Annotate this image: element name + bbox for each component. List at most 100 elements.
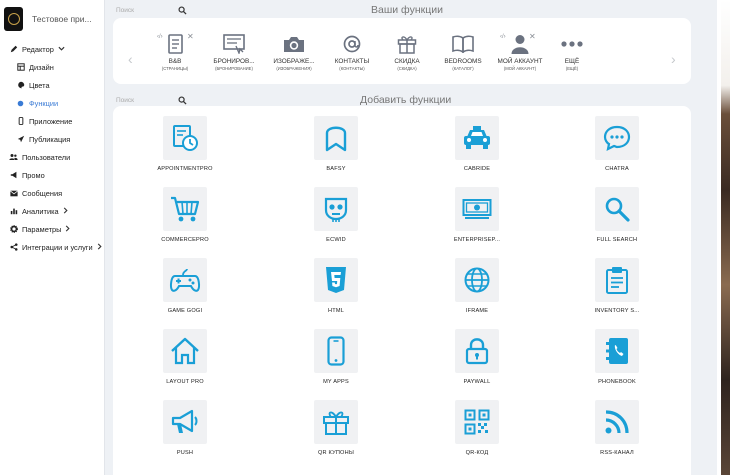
your-functions-panel: ‹ › B&B (СТРАНИЦЫ) ‹/› ✕ БРОНИРОВ... (БР… — [113, 18, 691, 84]
chart-icon — [9, 207, 18, 216]
user-icon — [509, 33, 531, 55]
your-function-sublabel: (КАТАЛОГ) — [452, 66, 474, 71]
your-function-sublabel: (СКИДКА) — [397, 66, 417, 71]
feature-name: FULL SEARCH — [596, 237, 638, 243]
app-header[interactable]: Тестовое при... — [0, 0, 104, 38]
sidebar-item-colors[interactable]: Цвета — [0, 76, 104, 94]
envelope-icon — [9, 189, 18, 198]
add-search-input[interactable] — [116, 95, 174, 106]
appointment-icon — [163, 116, 207, 160]
feature-tile-enterprisep[interactable]: ENTERPRISEP... — [417, 187, 537, 243]
sidebar-item-label: Дизайн — [29, 62, 54, 72]
circle-icon — [16, 99, 25, 108]
feature-name: IFRAME — [465, 308, 489, 314]
sidebar-item-users[interactable]: Пользователи — [0, 148, 104, 166]
your-function-label: МОЙ АККАУНТ — [497, 58, 543, 65]
feature-name: PUSH — [176, 450, 194, 456]
feature-tile-my-apps[interactable]: MY APPS — [276, 329, 396, 385]
feature-name: PHONEBOOK — [598, 379, 636, 385]
mobile-icon — [314, 329, 358, 373]
your-function-contacts[interactable]: КОНТАКТЫ (КОНТАКТЫ) — [324, 33, 380, 71]
your-function-label: БРОНИРОВ... — [213, 58, 255, 65]
feature-tile-layout-pro[interactable]: LAYOUT PRO — [125, 329, 245, 385]
feature-tile-commercepro[interactable]: COMMERCEPRO — [125, 187, 245, 243]
sidebar-item-label: Пользователи — [22, 152, 71, 162]
add-functions-panel: APPOINTMENTPRO BAFSY CABRIDE CHATRA COMM… — [113, 106, 691, 475]
sidebar-item-analytics[interactable]: Аналитика — [0, 202, 104, 220]
your-function-label: КОНТАКТЫ — [334, 58, 370, 65]
your-function-sublabel: (СТРАНИЦЫ) — [161, 66, 189, 71]
your-function-label: B&B — [168, 58, 182, 65]
top-search-input[interactable] — [116, 5, 174, 16]
sidebar-item-label: Публикация — [29, 134, 71, 144]
carousel-prev-button[interactable]: ‹ — [128, 51, 133, 67]
feature-name: QR-КОД — [465, 450, 489, 456]
sidebar-item-settings[interactable]: Параметры — [0, 220, 104, 238]
feature-tile-cabride[interactable]: CABRIDE — [417, 116, 537, 172]
feature-tile-rss[interactable]: RSS-КАНАЛ — [557, 400, 677, 456]
your-function-bnb[interactable]: B&B (СТРАНИЦЫ) — [147, 33, 203, 71]
sidebar-item-promo[interactable]: Промо — [0, 166, 104, 184]
feature-name: INVENTORY S... — [594, 308, 640, 314]
feature-name: QR КУПОНЫ — [318, 450, 354, 456]
carousel-next-button[interactable]: › — [671, 51, 676, 67]
feature-name: MY APPS — [323, 379, 349, 385]
send-icon — [16, 135, 25, 144]
feature-tile-appointmentpro[interactable]: APPOINTMENTPRO — [125, 116, 245, 172]
sidebar-item-publish[interactable]: Публикация — [0, 130, 104, 148]
remove-button[interactable]: ✕ — [529, 32, 536, 41]
your-function-booking[interactable]: БРОНИРОВ... (БРОНИРОВАНИЕ) — [206, 33, 262, 71]
app-title: Тестовое при... — [32, 14, 92, 24]
feature-tile-bafsy[interactable]: BAFSY — [276, 116, 396, 172]
search-icon[interactable] — [178, 6, 187, 15]
sidebar-item-label: Аналитика — [22, 206, 59, 216]
sidebar-item-integrations[interactable]: Интеграции и услуги — [0, 238, 104, 256]
app-logo — [4, 7, 23, 31]
search-icon[interactable] — [178, 96, 187, 105]
feature-tile-qr-coupons[interactable]: QR КУПОНЫ — [276, 400, 396, 456]
feature-tile-paywall[interactable]: PAYWALL — [417, 329, 537, 385]
feature-tile-full-search[interactable]: FULL SEARCH — [557, 187, 677, 243]
top-search — [116, 5, 187, 16]
sidebar-item-editor[interactable]: Редактор — [0, 40, 104, 58]
home-icon — [163, 329, 207, 373]
remove-button[interactable]: ✕ — [187, 32, 194, 41]
feature-tile-ecwid[interactable]: ECWID — [276, 187, 396, 243]
gear-icon — [9, 225, 18, 234]
pen-icon — [9, 45, 18, 54]
feature-name: ENTERPRISEP... — [453, 237, 501, 243]
sidebar-item-design[interactable]: Дизайн — [0, 58, 104, 76]
your-function-bedrooms[interactable]: BEDROOMS (КАТАЛОГ) — [435, 33, 491, 71]
gift-icon — [396, 33, 418, 55]
sidebar-nav: Редактор Дизайн Цвета Функции Приложение… — [0, 40, 104, 256]
gift-icon — [314, 400, 358, 444]
sidebar-item-messages[interactable]: Сообщения — [0, 184, 104, 202]
feature-tile-push[interactable]: PUSH — [125, 400, 245, 456]
your-functions-title: Ваши функции — [371, 4, 443, 16]
feature-tile-inventory[interactable]: INVENTORY S... — [557, 258, 677, 314]
feature-tile-iframe[interactable]: IFRAME — [417, 258, 537, 314]
move-handle[interactable]: ‹/› — [500, 34, 506, 40]
feature-name: BAFSY — [326, 166, 346, 172]
move-handle[interactable]: ‹/› — [157, 34, 163, 40]
feature-name: CHATRA — [605, 166, 629, 172]
feature-tile-chatra[interactable]: CHATRA — [557, 116, 677, 172]
clipboard-icon — [595, 258, 639, 302]
sidebar-item-functions[interactable]: Функции — [0, 94, 104, 112]
feature-tile-html[interactable]: HTML — [276, 258, 396, 314]
your-function-images[interactable]: ИЗОБРАЖЕ... (ИЗОБРАЖЕНИЯ) — [266, 33, 322, 71]
your-function-label: СКИДКА — [394, 58, 420, 65]
add-functions-title: Добавить функции — [360, 94, 452, 106]
feature-name: HTML — [327, 308, 345, 314]
feature-tile-phonebook[interactable]: PHONEBOOK — [557, 329, 677, 385]
your-function-discount[interactable]: СКИДКА (СКИДКА) — [379, 33, 435, 71]
users-icon — [9, 153, 18, 162]
sidebar-item-label: Редактор — [22, 44, 54, 54]
main-content: Ваши функции ‹ › B&B (СТРАНИЦЫ) ‹/› ✕ БР… — [105, 0, 717, 475]
chevron-right-icon — [63, 206, 68, 216]
sidebar-item-app[interactable]: Приложение — [0, 112, 104, 130]
feature-tile-game-gogi[interactable]: GAME GOGI — [125, 258, 245, 314]
your-function-sublabel: (ЕЩЁ) — [565, 66, 579, 71]
your-function-more[interactable]: ЕЩЁ (ЕЩЁ) — [544, 33, 600, 71]
feature-tile-qr-code[interactable]: QR-КОД — [417, 400, 537, 456]
